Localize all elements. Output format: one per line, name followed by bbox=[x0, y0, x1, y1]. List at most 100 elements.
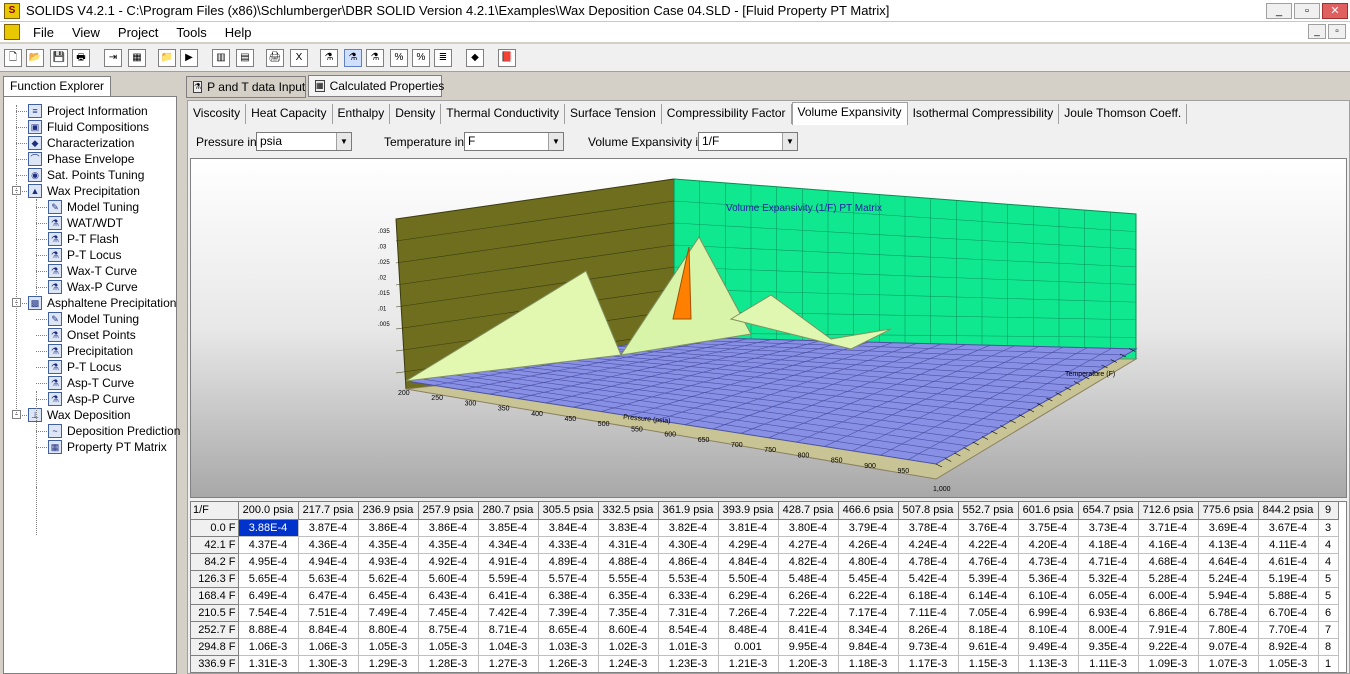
table-cell[interactable]: 6.49E-4 bbox=[238, 587, 299, 605]
table-cell[interactable]: 4.68E-4 bbox=[1138, 553, 1199, 571]
pt-matrix-chart[interactable]: Volume Expansivity (1/F) PT Matrix .035.… bbox=[190, 158, 1347, 498]
table-cell[interactable]: 4.36E-4 bbox=[298, 536, 359, 554]
table-cell[interactable]: 5.65E-4 bbox=[238, 570, 299, 588]
table-cell[interactable]: 6 bbox=[1318, 604, 1339, 622]
table-cell[interactable]: 1.51E-3 bbox=[718, 672, 778, 673]
table-cell[interactable]: 5.32E-4 bbox=[1078, 570, 1139, 588]
table-cell[interactable]: 1.30E-3 bbox=[298, 655, 359, 672]
table-cell[interactable]: 6.10E-4 bbox=[1018, 587, 1079, 605]
open-icon[interactable]: 📂 bbox=[26, 49, 44, 67]
table-cell[interactable]: 7.26E-4 bbox=[718, 604, 779, 622]
new-icon[interactable]: 🗋 bbox=[4, 49, 22, 67]
table-cell[interactable]: 1.54E-3 bbox=[658, 672, 718, 673]
table-cell[interactable]: 7.22E-4 bbox=[778, 604, 839, 622]
table-cell[interactable]: 1.24E-3 bbox=[598, 655, 659, 672]
table-cell[interactable]: 6.43E-4 bbox=[418, 587, 479, 605]
table-cell[interactable]: 5.88E-4 bbox=[1258, 587, 1319, 605]
table-cell[interactable]: 1.05E-3 bbox=[358, 638, 419, 656]
table-cell[interactable]: 4.82E-4 bbox=[778, 553, 839, 571]
table-cell[interactable]: 9.95E-4 bbox=[778, 638, 839, 656]
table-cell[interactable]: 8.60E-4 bbox=[598, 621, 659, 639]
table-cell[interactable]: 6.38E-4 bbox=[538, 587, 599, 605]
table-cell[interactable]: 3.80E-4 bbox=[778, 519, 839, 537]
table-cell[interactable]: 0.001 bbox=[718, 638, 779, 656]
table-cell[interactable]: 3.75E-4 bbox=[1018, 519, 1079, 537]
table-cell[interactable]: 5.48E-4 bbox=[778, 570, 839, 588]
table-cell[interactable]: 8.75E-4 bbox=[418, 621, 479, 639]
tree-item-p-t-flash[interactable]: ⚗ P-T Flash bbox=[48, 231, 119, 247]
column-header[interactable]: 257.9 psia bbox=[418, 502, 479, 520]
tree-item-model-tuning[interactable]: ✎ Model Tuning bbox=[48, 311, 139, 327]
table-cell[interactable]: 5.36E-4 bbox=[1018, 570, 1079, 588]
table-cell[interactable]: 5.59E-4 bbox=[478, 570, 539, 588]
document-icon[interactable] bbox=[4, 24, 20, 40]
table-cell[interactable]: 6.05E-4 bbox=[1078, 587, 1139, 605]
table-cell[interactable]: 1.05E-3 bbox=[1258, 655, 1319, 672]
function-explorer-tab[interactable]: Function Explorer bbox=[3, 76, 112, 96]
table-cell[interactable]: 8.48E-4 bbox=[718, 621, 779, 639]
table-cell[interactable]: 8.80E-4 bbox=[358, 621, 419, 639]
app-icon[interactable]: S bbox=[4, 2, 20, 19]
table-cell[interactable]: 4.71E-4 bbox=[1078, 553, 1139, 571]
table-cell[interactable]: 6.18E-4 bbox=[898, 587, 959, 605]
tab-volume-expansivity[interactable]: Volume Expansivity bbox=[791, 102, 908, 125]
table-cell[interactable]: 5.57E-4 bbox=[538, 570, 599, 588]
table-cell[interactable]: 1.05E-3 bbox=[418, 638, 479, 656]
table-cell[interactable]: 1.21E-3 bbox=[718, 655, 779, 672]
tree-item-fluid-compositions[interactable]: ▣ Fluid Compositions bbox=[28, 119, 149, 135]
table-cell[interactable]: 1.56E-3 bbox=[598, 672, 658, 673]
table-cell[interactable]: 3.82E-4 bbox=[658, 519, 719, 537]
table-cell[interactable]: 4.94E-4 bbox=[298, 553, 359, 571]
table-cell[interactable]: 8.34E-4 bbox=[838, 621, 899, 639]
table-cell[interactable]: 4.80E-4 bbox=[838, 553, 899, 571]
table-cell[interactable]: 4.27E-4 bbox=[778, 536, 839, 554]
table-cell[interactable]: 4.84E-4 bbox=[718, 553, 779, 571]
table-cell[interactable]: 7 bbox=[1318, 621, 1339, 639]
table-cell[interactable]: 1.31E-3 bbox=[238, 655, 299, 672]
table-cell[interactable]: 5.19E-4 bbox=[1258, 570, 1319, 588]
table-cell[interactable]: 7.80E-4 bbox=[1198, 621, 1259, 639]
table-cell[interactable]: 8.18E-4 bbox=[958, 621, 1019, 639]
table-cell[interactable]: 4.76E-4 bbox=[958, 553, 1019, 571]
table-cell[interactable]: 1.40E-3 bbox=[958, 672, 1018, 673]
row-header[interactable]: 252.7 F bbox=[191, 621, 239, 639]
table-cell[interactable]: 8.26E-4 bbox=[898, 621, 959, 639]
table-cell[interactable]: 1.61E-3 bbox=[478, 672, 538, 673]
table-cell[interactable]: 1.02E-3 bbox=[598, 638, 659, 656]
table-cell[interactable]: 5.50E-4 bbox=[718, 570, 779, 588]
table-cell[interactable]: 1.68E-3 bbox=[238, 672, 298, 673]
table-cell[interactable]: 1.58E-3 bbox=[538, 672, 598, 673]
tree-item-asphaltene-precipitation[interactable]: ▩ Asphaltene Precipitation bbox=[28, 295, 176, 311]
column-header[interactable]: 507.8 psia bbox=[898, 502, 959, 520]
table-cell[interactable]: 1.13E-3 bbox=[1018, 655, 1079, 672]
table-cell[interactable]: 4.29E-4 bbox=[718, 536, 779, 554]
table-cell[interactable]: 1.28E-3 bbox=[1198, 672, 1258, 673]
table-cell[interactable]: 4.89E-4 bbox=[538, 553, 599, 571]
table-cell[interactable]: 5.55E-4 bbox=[598, 570, 659, 588]
table-cell[interactable]: 4.22E-4 bbox=[958, 536, 1019, 554]
save-icon[interactable]: 💾 bbox=[50, 49, 68, 67]
pressure-unit-select[interactable]: psia ▼ bbox=[256, 132, 352, 151]
table-cell[interactable]: 6.78E-4 bbox=[1198, 604, 1259, 622]
table-cell[interactable]: 4.88E-4 bbox=[598, 553, 659, 571]
table-cell[interactable]: 4.93E-4 bbox=[358, 553, 419, 571]
flask3-icon[interactable]: ⚗ bbox=[366, 49, 384, 67]
table-cell[interactable]: 5 bbox=[1318, 587, 1339, 605]
row-header[interactable]: 126.3 F bbox=[191, 570, 239, 588]
wt-percent-icon[interactable]: % bbox=[412, 49, 430, 67]
report-icon[interactable]: ≣ bbox=[434, 49, 452, 67]
table-cell[interactable]: 5.24E-4 bbox=[1198, 570, 1259, 588]
table-cell[interactable]: 6.29E-4 bbox=[718, 587, 779, 605]
column-header[interactable]: 217.7 psia bbox=[298, 502, 359, 520]
table-cell[interactable]: 5.63E-4 bbox=[298, 570, 359, 588]
table-cell[interactable]: 7.42E-4 bbox=[478, 604, 539, 622]
tree-item-wax-deposition[interactable]: ⊥ Wax Deposition bbox=[28, 407, 131, 423]
table-cell[interactable]: 7.35E-4 bbox=[598, 604, 659, 622]
table-cell[interactable]: 1.63E-3 bbox=[418, 672, 478, 673]
calculator-icon[interactable]: ▦ bbox=[128, 49, 146, 67]
tree-item-asp-p-curve[interactable]: ⚗ Asp-P Curve bbox=[48, 391, 135, 407]
table-cell[interactable]: 6.22E-4 bbox=[838, 587, 899, 605]
tab-heat-capacity[interactable]: Heat Capacity bbox=[246, 104, 333, 124]
table-cell[interactable]: 1.28E-3 bbox=[418, 655, 479, 672]
table-cell[interactable]: 4.26E-4 bbox=[838, 536, 899, 554]
